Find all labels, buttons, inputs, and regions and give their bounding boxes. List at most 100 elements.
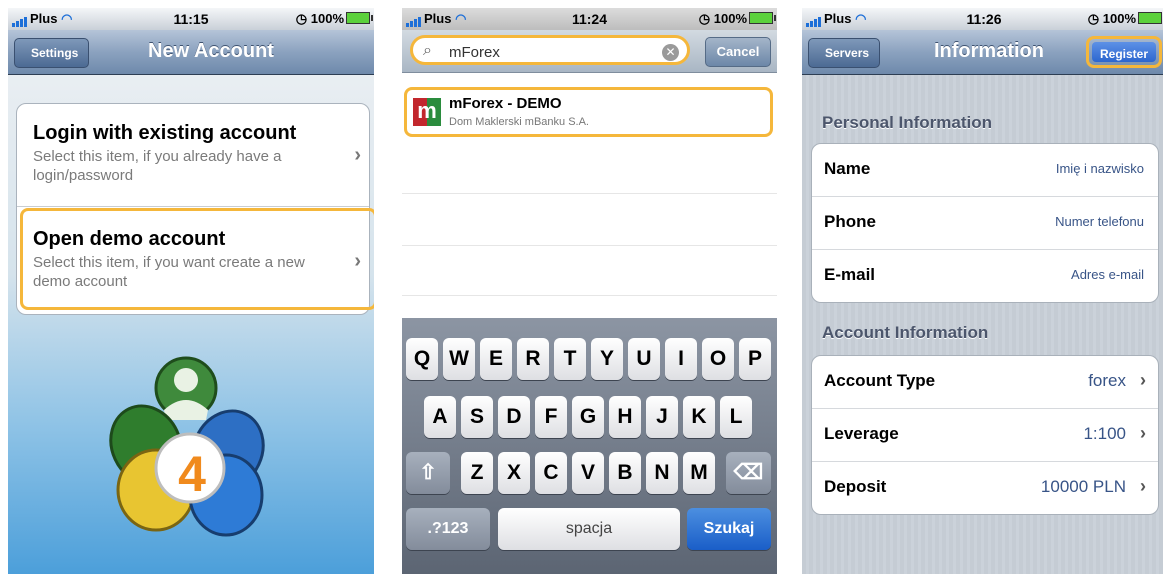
backspace-key[interactable]: ⌫	[726, 452, 771, 494]
chevron-right-icon: ›	[1140, 476, 1146, 496]
name-field[interactable]: Name Imię i nazwisko	[812, 144, 1158, 196]
key-p[interactable]: P	[739, 338, 771, 380]
chevron-right-icon: ›	[1140, 370, 1146, 390]
option-subtitle: Select this item, if you already have a …	[33, 148, 282, 184]
key-l[interactable]: L	[720, 396, 752, 438]
result-mforex-demo[interactable]: m mForex - DEMO Dom Maklerski mBanku S.A…	[404, 87, 773, 137]
key-f[interactable]: F	[535, 396, 567, 438]
cancel-button[interactable]: Cancel	[705, 37, 771, 67]
field-label: Phone	[824, 212, 876, 231]
key-r[interactable]: R	[517, 338, 549, 380]
key-h[interactable]: H	[609, 396, 641, 438]
key-n[interactable]: N	[646, 452, 678, 494]
chevron-right-icon: ›	[354, 144, 361, 166]
personal-info-header: Personal Information	[822, 113, 993, 132]
field-label: Name	[824, 159, 871, 178]
leverage-field[interactable]: Leverage 1:100 ›	[812, 408, 1158, 461]
key-b[interactable]: B	[609, 452, 641, 494]
option-title: Login with existing account	[33, 122, 297, 144]
clear-icon[interactable]: ✕	[662, 44, 679, 61]
field-label: Account Type	[824, 371, 936, 390]
battery-icon	[346, 12, 373, 24]
battery-icon	[1138, 12, 1162, 24]
alarm-icon: ◷	[698, 11, 711, 26]
field-label: Deposit	[824, 477, 887, 496]
open-demo-option[interactable]: Open demo account Select this item, if y…	[17, 228, 369, 291]
keyboard: Q W E R T Y U I O P A S D F G H J K L ⇧ …	[402, 318, 777, 574]
battery-icon	[749, 12, 776, 24]
result-name: mForex - DEMO	[449, 95, 562, 112]
key-k[interactable]: K	[683, 396, 715, 438]
account-info-group: Account Type forex › Leverage 1:100 › De…	[811, 355, 1159, 515]
field-value: forex	[1088, 371, 1126, 390]
alarm-icon: ◷	[1087, 11, 1100, 26]
key-a[interactable]: A	[424, 396, 456, 438]
register-button[interactable]: Register	[1086, 36, 1162, 68]
status-bar: Plus ◠ 11:15 ◷ 100%	[8, 8, 374, 30]
logo-number: 4	[178, 446, 206, 502]
key-o[interactable]: O	[702, 338, 734, 380]
account-info-header: Account Information	[822, 323, 989, 342]
option-title: Open demo account	[33, 228, 226, 250]
field-value: 1:100	[1083, 424, 1126, 443]
status-bar: Plus ◠ 11:24 ◷ 100%	[402, 8, 777, 30]
nav-bar: Settings New Account	[8, 30, 374, 75]
shift-key[interactable]: ⇧	[406, 452, 450, 494]
key-e[interactable]: E	[480, 338, 512, 380]
status-bar: Plus ◠ 11:26 ◷ 100%	[802, 8, 1163, 30]
page-title: New Account	[148, 40, 274, 62]
chevron-right-icon: ›	[1140, 423, 1146, 443]
numbers-key[interactable]: .?123	[406, 508, 490, 550]
options-group: Login with existing account Select this …	[16, 103, 374, 315]
battery-percent: 100%	[713, 11, 747, 26]
key-s[interactable]: S	[461, 396, 493, 438]
personal-info-group: Name Imię i nazwisko Phone Numer telefon…	[811, 143, 1159, 303]
key-y[interactable]: Y	[591, 338, 623, 380]
key-j[interactable]: J	[646, 396, 678, 438]
search-results: m mForex - DEMO Dom Maklerski mBanku S.A…	[402, 73, 777, 318]
key-m[interactable]: M	[683, 452, 715, 494]
field-placeholder: Numer telefonu	[1055, 214, 1144, 229]
search-icon: ⌕	[423, 42, 432, 59]
result-subtitle: Dom Maklerski mBanku S.A.	[449, 116, 589, 128]
account-type-field[interactable]: Account Type forex ›	[812, 356, 1158, 408]
key-g[interactable]: G	[572, 396, 604, 438]
deposit-field[interactable]: Deposit 10000 PLN ›	[812, 461, 1158, 514]
search-value: mForex	[449, 44, 500, 61]
search-key[interactable]: Szukaj	[687, 508, 771, 550]
key-q[interactable]: Q	[406, 338, 438, 380]
email-field[interactable]: E-mail Adres e-mail	[812, 249, 1158, 302]
key-z[interactable]: Z	[461, 452, 493, 494]
field-value: 10000 PLN	[1040, 477, 1126, 496]
mforex-logo: m	[413, 98, 441, 126]
battery-percent: 100%	[1102, 11, 1136, 26]
screen-information: Plus ◠ 11:26 ◷ 100% Servers Information …	[802, 8, 1163, 574]
key-t[interactable]: T	[554, 338, 586, 380]
battery-percent: 100%	[310, 11, 344, 26]
search-bar: ⌕ mForex ✕ Cancel	[402, 30, 777, 73]
login-existing-option[interactable]: Login with existing account Select this …	[17, 122, 369, 185]
key-i[interactable]: I	[665, 338, 697, 380]
key-x[interactable]: X	[498, 452, 530, 494]
key-v[interactable]: V	[572, 452, 604, 494]
information-form: Personal Information Name Imię i nazwisk…	[802, 75, 1163, 574]
screen-new-account: Plus ◠ 11:15 ◷ 100% Settings New Account…	[8, 8, 374, 574]
screen-server-search: Plus ◠ 11:24 ◷ 100% ⌕ mForex ✕ Cancel m …	[402, 8, 777, 574]
phone-field[interactable]: Phone Numer telefonu	[812, 196, 1158, 249]
field-placeholder: Imię i nazwisko	[1055, 161, 1144, 176]
chevron-right-icon: ›	[354, 250, 361, 272]
key-d[interactable]: D	[498, 396, 530, 438]
field-label: E-mail	[824, 265, 876, 284]
divider	[402, 295, 777, 296]
key-u[interactable]: U	[628, 338, 660, 380]
field-label: Leverage	[824, 424, 899, 443]
field-placeholder: Adres e-mail	[1071, 267, 1144, 282]
register-label: Register	[1092, 42, 1156, 62]
divider	[402, 245, 777, 246]
divider	[17, 206, 369, 207]
key-c[interactable]: C	[535, 452, 567, 494]
search-input[interactable]: ⌕ mForex ✕	[410, 35, 690, 65]
option-subtitle: Select this item, if you want create a n…	[33, 254, 305, 290]
space-key[interactable]: spacja	[498, 508, 680, 550]
key-w[interactable]: W	[443, 338, 475, 380]
